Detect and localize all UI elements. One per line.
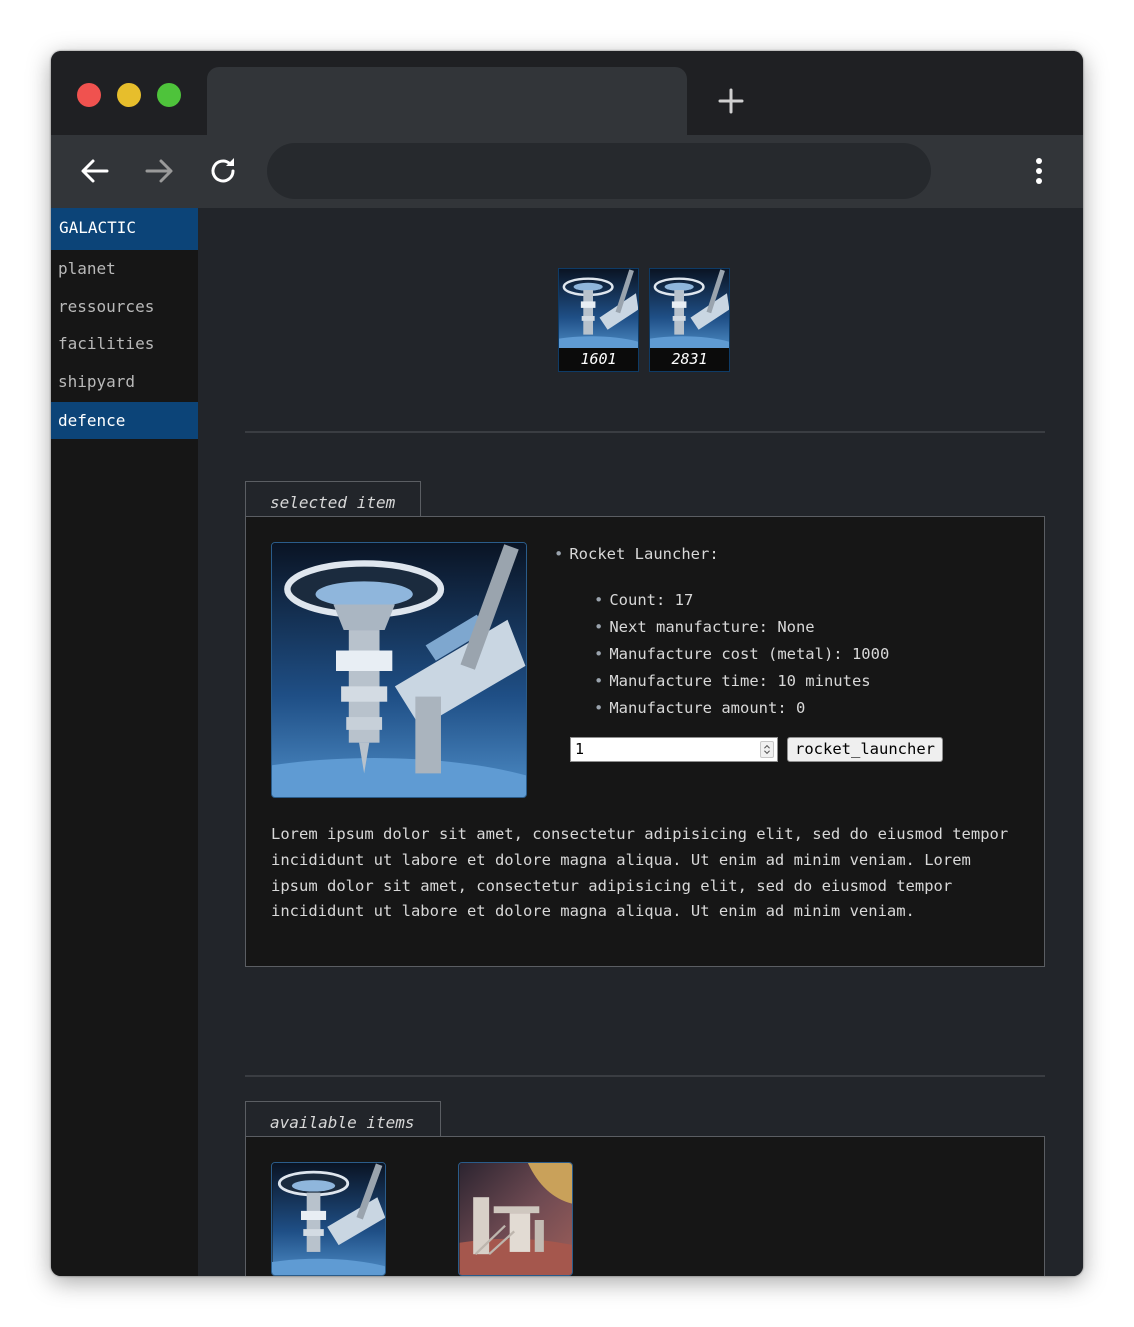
resource-card: 1601	[558, 268, 639, 372]
sidebar-item-defence[interactable]: defence	[51, 402, 198, 439]
quantity-stepper[interactable]: 1	[570, 737, 778, 762]
kebab-menu-icon[interactable]	[1029, 155, 1049, 187]
space-station-image	[271, 542, 527, 798]
list-item: • Manufacture time: 10 minutes	[594, 672, 871, 690]
sidebar-item-facilities[interactable]: facilities	[51, 325, 198, 363]
available-item-outpost[interactable]	[458, 1162, 573, 1276]
forward-arrow-icon[interactable]	[143, 155, 175, 187]
mars-outpost-image	[459, 1163, 572, 1275]
resource-value: 1601	[559, 348, 638, 371]
sidebar-item-planet[interactable]: planet	[51, 250, 198, 288]
plus-icon[interactable]	[717, 87, 745, 115]
available-items-panel	[245, 1136, 1045, 1276]
space-station-image	[559, 269, 638, 350]
divider	[245, 431, 1045, 433]
sidebar-item-ressources[interactable]: ressources	[51, 288, 198, 326]
quantity-value: 1	[575, 740, 585, 758]
build-button[interactable]: rocket_launcher	[787, 737, 943, 762]
item-info: • Rocket Launcher: • Count: 17 • Next manuf…	[554, 545, 889, 717]
sidebar: GALACTIC planet ressources facilities sh…	[51, 208, 198, 1276]
browser-window: GALACTIC planet ressources facilities sh…	[51, 51, 1083, 1276]
brand-title: GALACTIC	[51, 208, 198, 250]
available-item-rocket-launcher[interactable]	[271, 1162, 386, 1276]
browser-tab[interactable]	[207, 67, 687, 137]
selected-item-panel: • Rocket Launcher: • Count: 17 • Next manuf…	[245, 516, 1045, 967]
reload-icon[interactable]	[207, 155, 239, 187]
divider	[245, 1075, 1045, 1077]
main-content: 1601 2831 selected item • Rocket Launche…	[198, 208, 1083, 1276]
list-item: • Manufacture amount: 0	[594, 699, 806, 717]
item-name: Rocket Launcher:	[569, 545, 719, 563]
list-item: • Next manufacture: None	[594, 618, 815, 636]
back-arrow-icon[interactable]	[79, 155, 111, 187]
sidebar-item-shipyard[interactable]: shipyard	[51, 363, 198, 401]
space-station-image	[650, 269, 729, 350]
bullet-icon: •	[554, 545, 564, 563]
minimize-window-button[interactable]	[117, 83, 141, 107]
close-window-button[interactable]	[77, 83, 101, 107]
space-station-image	[272, 1163, 385, 1275]
resource-card: 2831	[649, 268, 730, 372]
item-description: Lorem ipsum dolor sit amet, consectetur …	[271, 825, 1009, 921]
list-item: • Count: 17	[594, 591, 694, 609]
address-bar[interactable]	[267, 143, 931, 199]
maximize-window-button[interactable]	[157, 83, 181, 107]
resource-value: 2831	[650, 348, 729, 371]
list-item: • Manufacture cost (metal): 1000	[594, 645, 890, 663]
title-bar	[51, 51, 1083, 137]
browser-toolbar	[51, 135, 1083, 208]
spinner-arrows-icon[interactable]	[760, 741, 774, 758]
item-details: • Count: 17 • Next manufacture: None • Manu…	[594, 589, 994, 724]
